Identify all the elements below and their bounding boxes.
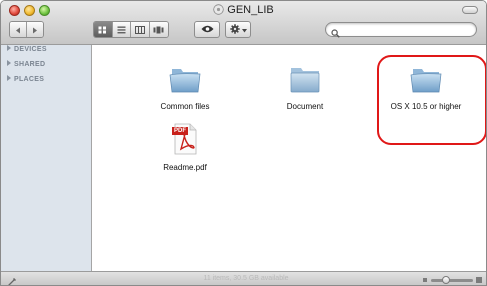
quick-look-button[interactable]: [194, 21, 220, 38]
back-arrow-icon: [15, 22, 21, 37]
path-icon: [7, 274, 17, 285]
folder-icon: [288, 68, 322, 98]
nav-buttons: [9, 21, 44, 38]
pdf-badge: PDF: [172, 127, 188, 135]
file-item-common-files[interactable]: Common files: [137, 64, 233, 111]
disclosure-triangle-icon: [7, 45, 11, 51]
search-icon: [331, 25, 340, 43]
small-icon-size-icon: [423, 278, 427, 282]
volume-icon: [213, 4, 224, 18]
pdf-icon: PDF: [172, 123, 198, 155]
search-field[interactable]: [325, 22, 477, 38]
file-item-readme-pdf[interactable]: PDF Readme.pdf: [137, 123, 233, 172]
sidebar-section-label: DEVICES: [14, 46, 47, 53]
gear-icon: [229, 23, 240, 36]
icon-size-slider-knob[interactable]: [442, 276, 450, 284]
file-name: Common files: [160, 102, 210, 111]
sidebar-section-devices[interactable]: DEVICES: [7, 45, 47, 53]
chevron-down-icon: [241, 25, 247, 35]
file-name: Document: [286, 102, 324, 111]
action-menu-button[interactable]: [225, 21, 251, 38]
column-view-icon: [134, 22, 145, 37]
finder-window: GEN_LIB DEVICES SHARED PLACES Common fil…: [0, 0, 487, 286]
icon-size-slider[interactable]: [431, 279, 473, 282]
list-view-icon: [117, 22, 126, 37]
search-input[interactable]: [342, 24, 470, 35]
icon-view-icon: [98, 22, 107, 37]
list-view-button[interactable]: [112, 22, 131, 37]
file-item-document[interactable]: Document: [257, 64, 353, 111]
view-switcher: [93, 21, 169, 38]
coverflow-view-icon: [153, 22, 164, 37]
icon-view-button[interactable]: [94, 22, 113, 37]
toolbar-toggle-button[interactable]: [462, 6, 478, 14]
sidebar-section-shared[interactable]: SHARED: [7, 60, 45, 68]
sidebar: DEVICES SHARED PLACES: [1, 45, 92, 271]
title-bar: GEN_LIB: [1, 1, 486, 45]
forward-arrow-icon: [32, 22, 38, 37]
coverflow-view-button[interactable]: [149, 22, 168, 37]
sidebar-section-places[interactable]: PLACES: [7, 75, 44, 83]
window-title-area: GEN_LIB: [1, 4, 486, 18]
back-button[interactable]: [10, 22, 27, 37]
eye-icon: [201, 25, 214, 35]
folder-icon: [168, 69, 202, 98]
disclosure-triangle-icon: [7, 60, 11, 66]
status-bar: 11 items, 30.5 GB available: [1, 271, 486, 285]
window-title: GEN_LIB: [227, 4, 274, 16]
large-icon-size-icon: [476, 277, 482, 283]
disclosure-triangle-icon: [7, 75, 11, 81]
status-text: 11 items, 30.5 GB available: [203, 275, 289, 282]
sidebar-section-label: SHARED: [14, 61, 46, 68]
file-name: Readme.pdf: [163, 163, 207, 172]
highlight-ring: [377, 55, 486, 145]
column-view-button[interactable]: [131, 22, 150, 37]
sidebar-section-label: PLACES: [14, 76, 45, 83]
forward-button[interactable]: [26, 22, 43, 37]
